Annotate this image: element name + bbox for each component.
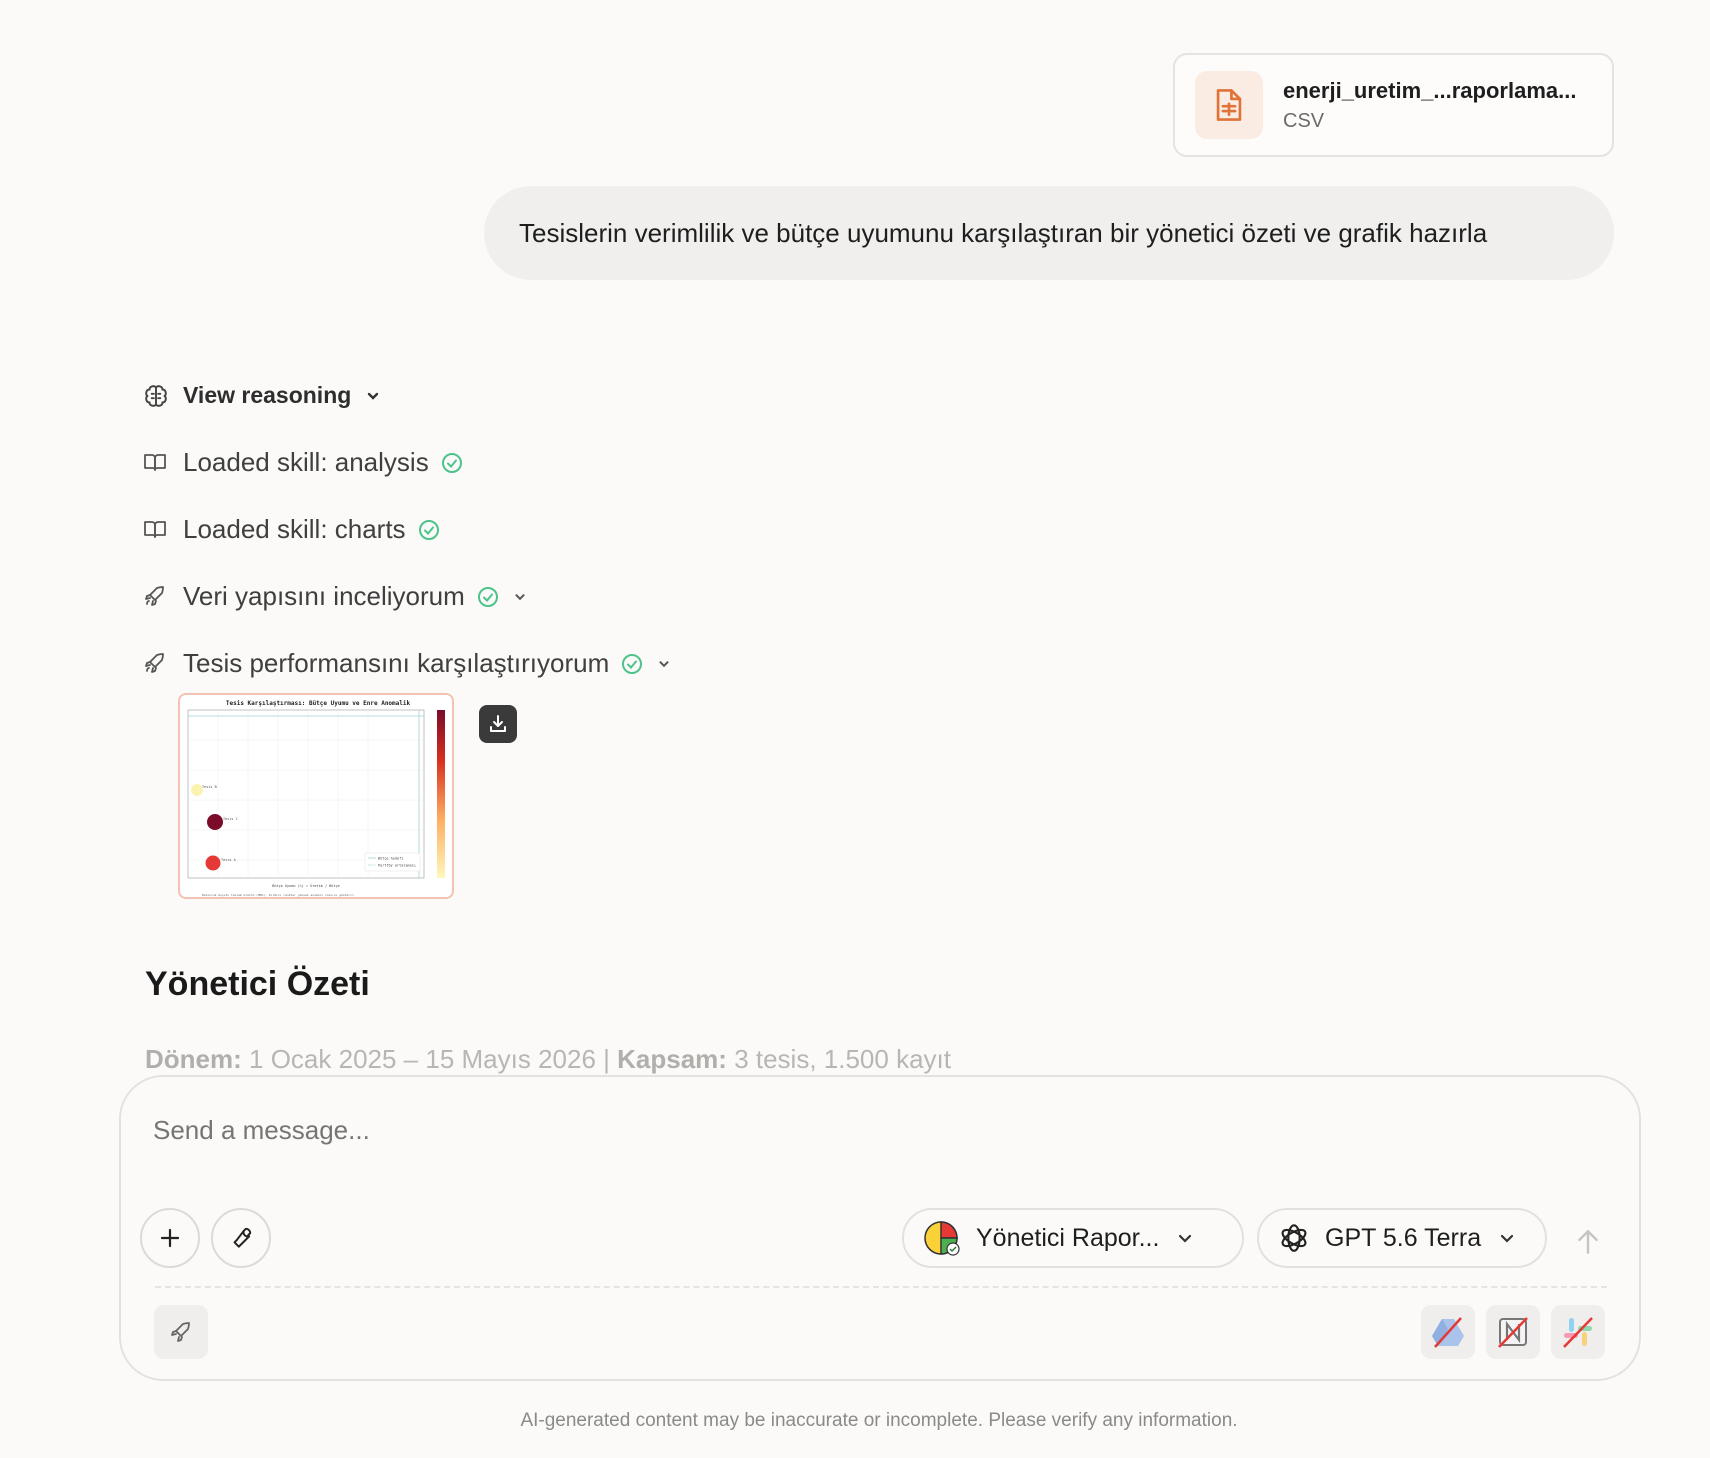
step-loaded-charts: Loaded skill: charts <box>143 514 440 545</box>
check-circle-icon <box>441 452 463 474</box>
composer-divider <box>155 1286 1607 1288</box>
rocket-icon <box>143 584 169 610</box>
scope-value: 3 tesis, 1.500 kayıt <box>734 1044 951 1074</box>
plus-icon <box>160 1228 180 1248</box>
point-label: Tesis C <box>223 817 238 821</box>
view-reasoning-toggle[interactable]: View reasoning <box>143 382 383 409</box>
message-input[interactable] <box>153 1115 1053 1146</box>
download-icon <box>490 715 506 732</box>
chevron-down-icon <box>1497 1228 1517 1248</box>
brain-icon <box>143 383 169 409</box>
point-label: Tesis A <box>221 858 237 862</box>
agent-selector[interactable]: Yönetici Rapor... <box>902 1208 1244 1268</box>
chevron-down-icon <box>363 386 383 406</box>
chevron-down-icon <box>1175 1228 1195 1248</box>
rocket-icon <box>143 651 169 677</box>
check-circle-icon <box>621 653 643 675</box>
notion-disabled-icon <box>1498 1317 1528 1348</box>
user-message: Tesislerin verimlilik ve bütçe uyumunu k… <box>484 186 1614 280</box>
send-button[interactable] <box>1568 1222 1608 1262</box>
attachment-name: enerji_uretim_...raporlama... <box>1283 77 1577 103</box>
summary-title: Yönetici Özeti <box>145 965 370 1003</box>
chart-thumbnail-svg: Tesis Karşılaştırması: Bütçe Uyumu ve En… <box>187 700 445 897</box>
step-label: Loaded skill: analysis <box>183 447 429 477</box>
chart-title: Tesis Karşılaştırması: Bütçe Uyumu ve En… <box>226 700 411 707</box>
pie-chart-avatar-icon <box>922 1218 962 1258</box>
chevron-down-icon <box>511 588 529 606</box>
scope-label: Kapsam: <box>617 1044 727 1074</box>
attachment-type: CSV <box>1283 109 1325 132</box>
chevron-down-icon <box>655 655 673 673</box>
integration-drive-disabled[interactable] <box>1421 1305 1475 1359</box>
openai-logo-icon <box>1277 1221 1311 1255</box>
drive-disabled-icon <box>1432 1317 1464 1348</box>
step-facility-comparison[interactable]: Tesis performansını karşılaştırıyorum <box>143 648 673 679</box>
book-icon <box>143 450 169 476</box>
tools-button[interactable] <box>211 1208 271 1268</box>
book-icon <box>143 517 169 543</box>
point-label: Tesis B <box>202 785 217 789</box>
attachment-card[interactable]: enerji_uretim_...raporlama... CSV <box>1173 53 1614 157</box>
model-selector[interactable]: GPT 5.6 Terra <box>1257 1208 1547 1268</box>
rocket-mode-button[interactable] <box>154 1305 208 1359</box>
agent-label: Yönetici Rapor... <box>976 1223 1160 1252</box>
slack-disabled-icon <box>1563 1317 1593 1348</box>
check-circle-icon <box>477 586 499 608</box>
chart-footnote: Baloncuk boyutu toplam üretim (MWh). Kır… <box>202 893 356 897</box>
summary-period-line: Dönem: 1 Ocak 2025 – 15 Mayıs 2026 | Kap… <box>145 1044 951 1075</box>
arrow-up-icon <box>1578 1230 1598 1254</box>
legend-label: Portföy ortalaması <box>378 864 416 868</box>
chart-point-tesis-a <box>205 855 221 871</box>
chart-legend: Bütçe hedefi Portföy ortalaması <box>364 852 421 872</box>
period-value: 1 Ocak 2025 – 15 Mayıs 2026 | <box>249 1044 610 1074</box>
chart-point-tesis-c <box>207 814 223 830</box>
add-attachment-button[interactable] <box>140 1208 200 1268</box>
model-label: GPT 5.6 Terra <box>1325 1223 1482 1252</box>
step-label: Tesis performansını karşılaştırıyorum <box>183 648 610 678</box>
legend-label: Bütçe hedefi <box>378 857 403 861</box>
chart-xlabel: Bütçe Uyumu (%) = Üretim / Bütçe <box>272 883 339 888</box>
chart-thumbnail[interactable]: Tesis Karşılaştırması: Bütçe Uyumu ve En… <box>178 693 454 899</box>
period-label: Dönem: <box>145 1044 242 1074</box>
check-circle-icon <box>418 519 440 541</box>
step-data-structure[interactable]: Veri yapısını inceliyorum <box>143 581 529 612</box>
rocket-icon <box>171 1322 190 1342</box>
wrench-icon <box>233 1227 252 1248</box>
csv-file-icon <box>1195 71 1263 139</box>
plot-area <box>187 709 425 879</box>
colorbar <box>437 710 445 878</box>
step-loaded-analysis: Loaded skill: analysis <box>143 447 463 478</box>
ai-disclaimer: AI-generated content may be inaccurate o… <box>520 1410 1238 1431</box>
download-button[interactable] <box>479 705 517 743</box>
step-label: Loaded skill: charts <box>183 514 406 544</box>
step-label: Veri yapısını inceliyorum <box>183 581 465 611</box>
integration-notion-disabled[interactable] <box>1486 1305 1540 1359</box>
integration-slack-disabled[interactable] <box>1551 1305 1605 1359</box>
view-reasoning-label: View reasoning <box>183 382 352 408</box>
